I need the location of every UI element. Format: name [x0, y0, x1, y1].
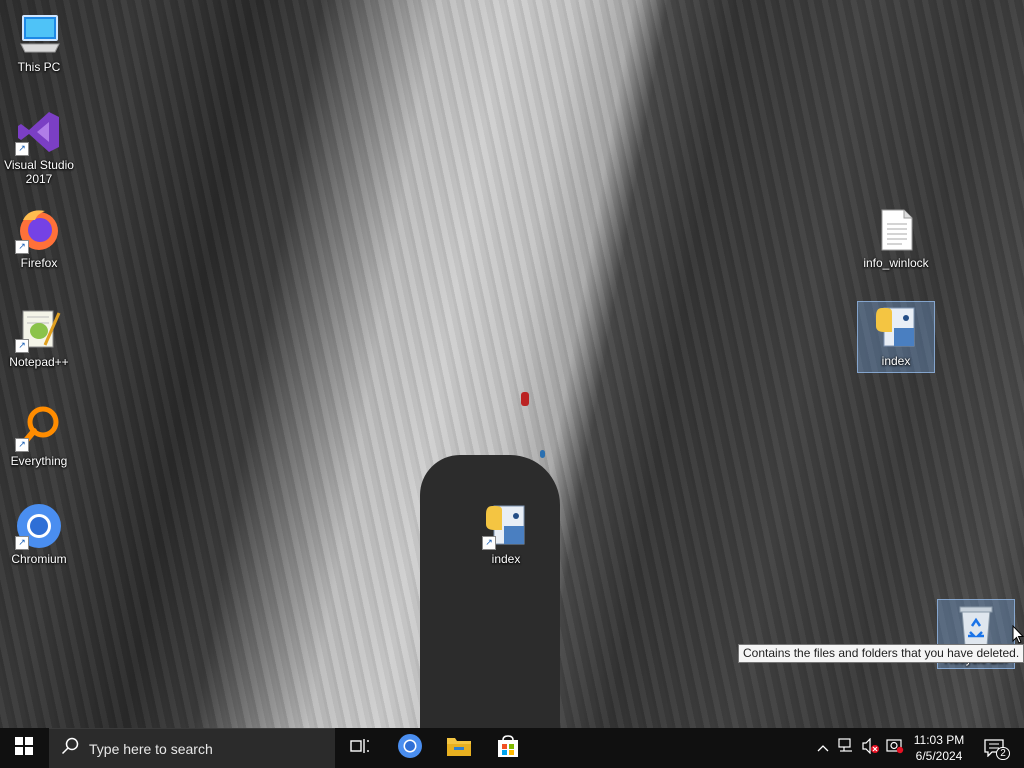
desktop-icon-label: Notepad++	[9, 355, 69, 369]
desktop-icon-firefox[interactable]: ↗ Firefox	[1, 206, 77, 270]
desktop-icon-info-winlock[interactable]: info_winlock	[858, 206, 934, 270]
tray-app-icon	[886, 738, 904, 759]
recycle-bin-tooltip: Contains the files and folders that you …	[738, 644, 1024, 663]
clock-date: 6/5/2024	[915, 749, 963, 763]
show-hidden-icons-button[interactable]	[814, 728, 832, 768]
notepadpp-icon: ↗	[15, 305, 63, 353]
volume-tray-button[interactable]	[860, 728, 882, 768]
desktop-icon-label: Everything	[10, 454, 68, 468]
desktop-icon-visual-studio[interactable]: ↗ Visual Studio 2017	[1, 108, 77, 186]
desktop-icon-this-pc[interactable]: This PC	[1, 10, 77, 74]
firefox-icon: ↗	[15, 206, 63, 254]
desktop-icon-label: index	[881, 354, 911, 368]
desktop-icon-index-shortcut[interactable]: ↗ index	[468, 502, 544, 566]
chevron-up-icon	[817, 739, 829, 757]
network-tray-button[interactable]	[836, 728, 858, 768]
file-explorer-icon	[446, 735, 472, 762]
shortcut-arrow-icon: ↗	[15, 142, 29, 156]
taskbar-search-box[interactable]: Type here to search	[49, 728, 335, 768]
taskbar-file-explorer-button[interactable]	[435, 728, 483, 768]
python-file-icon: ↗	[482, 502, 530, 550]
tray-app-button[interactable]	[884, 728, 906, 768]
taskbar-clock[interactable]: 11:03 PM 6/5/2024	[906, 728, 972, 768]
search-icon	[61, 737, 81, 760]
network-icon	[838, 737, 856, 759]
windows-logo-icon	[15, 736, 33, 760]
desktop-icon-chromium[interactable]: ↗ Chromium	[1, 502, 77, 566]
everything-icon: ↗	[15, 404, 63, 452]
desktop-icon-notepadpp[interactable]: ↗ Notepad++	[1, 305, 77, 369]
desktop-icon-label: Visual Studio 2017	[4, 158, 74, 186]
chromium-icon: ↗	[15, 502, 63, 550]
desktop-icon-label: Chromium	[11, 552, 67, 566]
taskbar: Type here to search 11:03 PM 6/5/2024 2	[0, 728, 1024, 768]
clock-time: 11:03 PM	[913, 733, 965, 747]
search-placeholder: Type here to search	[89, 740, 213, 757]
task-view-button[interactable]	[336, 728, 384, 768]
desktop-icon-label: index	[491, 552, 521, 566]
taskbar-chromium-button[interactable]	[386, 728, 434, 768]
desktop-icon-label: Firefox	[20, 256, 58, 270]
shortcut-arrow-icon: ↗	[15, 536, 29, 550]
shortcut-arrow-icon: ↗	[15, 240, 29, 254]
mouse-cursor-icon	[1012, 624, 1024, 650]
task-view-icon	[350, 737, 370, 760]
shortcut-arrow-icon: ↗	[15, 438, 29, 452]
python-file-icon	[872, 304, 920, 352]
this-pc-icon	[15, 10, 63, 58]
start-button[interactable]	[0, 728, 48, 768]
text-file-icon	[872, 206, 920, 254]
taskbar-microsoft-store-button[interactable]	[484, 728, 532, 768]
volume-muted-icon	[862, 737, 880, 759]
desktop-icon-label: This PC	[17, 60, 61, 74]
action-center-button[interactable]: 2	[978, 728, 1014, 768]
wallpaper-climber	[521, 392, 529, 406]
recycle-bin-icon	[952, 602, 1000, 650]
wallpaper-rock	[420, 455, 560, 728]
shortcut-arrow-icon: ↗	[15, 339, 29, 353]
wallpaper-climber	[540, 450, 545, 458]
shortcut-arrow-icon: ↗	[482, 536, 496, 550]
notification-icon: 2	[984, 737, 1010, 760]
notification-count-badge: 2	[996, 747, 1010, 760]
desktop-icon-index-file[interactable]: index	[857, 301, 935, 373]
desktop-icon-label: info_winlock	[863, 256, 929, 270]
microsoft-store-icon	[496, 734, 520, 763]
chromium-icon	[397, 733, 423, 764]
desktop-icon-everything[interactable]: ↗ Everything	[1, 404, 77, 468]
visual-studio-icon: ↗	[15, 108, 63, 156]
desktop-background: This PC ↗ Visual Studio 2017 ↗ Firefox ↗…	[0, 0, 1024, 728]
